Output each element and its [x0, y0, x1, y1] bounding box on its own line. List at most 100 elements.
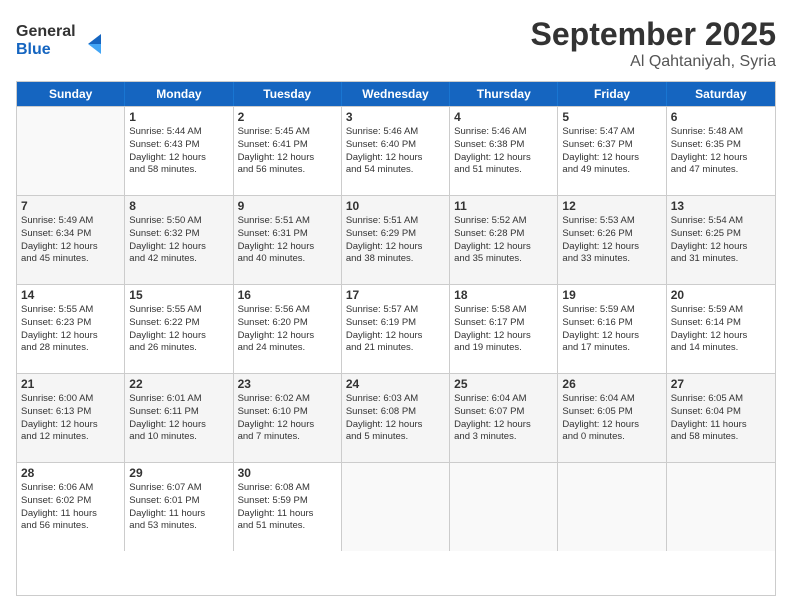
day-number: 25 — [454, 377, 553, 391]
calendar: Sunday Monday Tuesday Wednesday Thursday… — [16, 81, 776, 596]
day-number: 13 — [671, 199, 771, 213]
day-info: Sunrise: 6:01 AM Sunset: 6:11 PM Dayligh… — [129, 393, 228, 444]
day-number: 27 — [671, 377, 771, 391]
svg-text:Blue: Blue — [16, 41, 51, 58]
calendar-cell: 30 Sunrise: 6:08 AM Sunset: 5:59 PM Dayli… — [234, 463, 342, 551]
calendar-week-2: 7 Sunrise: 5:49 AM Sunset: 6:34 PM Daylig… — [17, 195, 775, 284]
calendar-cell — [17, 107, 125, 195]
title-block: September 2025 Al Qahtaniyah, Syria — [531, 16, 776, 71]
dow-monday: Monday — [125, 82, 233, 106]
day-number: 28 — [21, 466, 120, 480]
svg-text:General: General — [16, 23, 76, 40]
calendar-cell: 21Sunrise: 6:00 AM Sunset: 6:13 PM Dayli… — [17, 374, 125, 462]
dow-wednesday: Wednesday — [342, 82, 450, 106]
dow-tuesday: Tuesday — [234, 82, 342, 106]
day-info: Sunrise: 5:45 AM Sunset: 6:41 PM Dayligh… — [238, 126, 337, 177]
calendar-cell: 13Sunrise: 5:54 AM Sunset: 6:25 PM Dayli… — [667, 196, 775, 284]
day-number: 3 — [346, 110, 445, 124]
day-info: Sunrise: 6:02 AM Sunset: 6:10 PM Dayligh… — [238, 393, 337, 444]
day-info: Sunrise: 6:00 AM Sunset: 6:13 PM Dayligh… — [21, 393, 120, 444]
logo-text: General Blue — [16, 16, 116, 66]
day-number: 9 — [238, 199, 337, 213]
day-info: Sunrise: 5:55 AM Sunset: 6:23 PM Dayligh… — [21, 304, 120, 355]
day-number: 20 — [671, 288, 771, 302]
day-number: 17 — [346, 288, 445, 302]
day-info: Sunrise: 5:47 AM Sunset: 6:37 PM Dayligh… — [562, 126, 661, 177]
calendar-cell — [342, 463, 450, 551]
day-number: 30 — [238, 466, 337, 480]
calendar-cell: 4 Sunrise: 5:46 AM Sunset: 6:38 PM Daylig… — [450, 107, 558, 195]
calendar-cell — [558, 463, 666, 551]
day-number: 18 — [454, 288, 553, 302]
calendar-week-5: 28 Sunrise: 6:06 AM Sunset: 6:02 PM Dayli… — [17, 462, 775, 551]
dow-sunday: Sunday — [17, 82, 125, 106]
day-info: Sunrise: 5:57 AM Sunset: 6:19 PM Dayligh… — [346, 304, 445, 355]
calendar-cell: 12 Sunrise: 5:53 AM Sunset: 6:26 PM Dayli… — [558, 196, 666, 284]
calendar-cell: 16 Sunrise: 5:56 AM Sunset: 6:20 PM Dayli… — [234, 285, 342, 373]
day-info: Sunrise: 5:46 AM Sunset: 6:40 PM Dayligh… — [346, 126, 445, 177]
calendar-subtitle: Al Qahtaniyah, Syria — [531, 53, 776, 71]
day-number: 16 — [238, 288, 337, 302]
calendar-cell: 2 Sunrise: 5:45 AM Sunset: 6:41 PM Daylig… — [234, 107, 342, 195]
calendar-cell: 29Sunrise: 6:07 AM Sunset: 6:01 PM Dayli… — [125, 463, 233, 551]
calendar-week-3: 14 Sunrise: 5:55 AM Sunset: 6:23 PM Dayli… — [17, 284, 775, 373]
day-number: 19 — [562, 288, 661, 302]
logo: General Blue — [16, 16, 116, 66]
calendar-cell: 9 Sunrise: 5:51 AM Sunset: 6:31 PM Daylig… — [234, 196, 342, 284]
calendar-cell: 15 Sunrise: 5:55 AM Sunset: 6:22 PM Dayli… — [125, 285, 233, 373]
day-info: Sunrise: 5:50 AM Sunset: 6:32 PM Dayligh… — [129, 215, 228, 266]
calendar-cell: 17 Sunrise: 5:57 AM Sunset: 6:19 PM Dayli… — [342, 285, 450, 373]
day-number: 15 — [129, 288, 228, 302]
day-number: 4 — [454, 110, 553, 124]
header: General Blue September 2025 Al Qahtaniya… — [16, 16, 776, 71]
day-number: 5 — [562, 110, 661, 124]
calendar-cell — [667, 463, 775, 551]
calendar-cell: 19 Sunrise: 5:59 AM Sunset: 6:16 PM Dayli… — [558, 285, 666, 373]
day-info: Sunrise: 6:04 AM Sunset: 6:05 PM Dayligh… — [562, 393, 661, 444]
calendar-cell: 27 Sunrise: 6:05 AM Sunset: 6:04 PM Dayli… — [667, 374, 775, 462]
calendar-cell: 7 Sunrise: 5:49 AM Sunset: 6:34 PM Daylig… — [17, 196, 125, 284]
day-info: Sunrise: 5:46 AM Sunset: 6:38 PM Dayligh… — [454, 126, 553, 177]
day-info: Sunrise: 5:51 AM Sunset: 6:29 PM Dayligh… — [346, 215, 445, 266]
calendar-cell: 8 Sunrise: 5:50 AM Sunset: 6:32 PM Daylig… — [125, 196, 233, 284]
day-info: Sunrise: 5:49 AM Sunset: 6:34 PM Dayligh… — [21, 215, 120, 266]
day-number: 24 — [346, 377, 445, 391]
day-info: Sunrise: 5:55 AM Sunset: 6:22 PM Dayligh… — [129, 304, 228, 355]
calendar-cell — [450, 463, 558, 551]
calendar-cell: 1 Sunrise: 5:44 AM Sunset: 6:43 PM Daylig… — [125, 107, 233, 195]
day-number: 12 — [562, 199, 661, 213]
dow-thursday: Thursday — [450, 82, 558, 106]
day-number: 2 — [238, 110, 337, 124]
calendar-header: Sunday Monday Tuesday Wednesday Thursday… — [17, 82, 775, 106]
day-number: 8 — [129, 199, 228, 213]
calendar-body: 1 Sunrise: 5:44 AM Sunset: 6:43 PM Daylig… — [17, 106, 775, 551]
day-info: Sunrise: 5:59 AM Sunset: 6:16 PM Dayligh… — [562, 304, 661, 355]
calendar-week-1: 1 Sunrise: 5:44 AM Sunset: 6:43 PM Daylig… — [17, 106, 775, 195]
day-info: Sunrise: 6:03 AM Sunset: 6:08 PM Dayligh… — [346, 393, 445, 444]
calendar-cell: 22Sunrise: 6:01 AM Sunset: 6:11 PM Dayli… — [125, 374, 233, 462]
day-number: 10 — [346, 199, 445, 213]
day-info: Sunrise: 5:58 AM Sunset: 6:17 PM Dayligh… — [454, 304, 553, 355]
day-info: Sunrise: 5:48 AM Sunset: 6:35 PM Dayligh… — [671, 126, 771, 177]
day-info: Sunrise: 5:52 AM Sunset: 6:28 PM Dayligh… — [454, 215, 553, 266]
day-info: Sunrise: 5:53 AM Sunset: 6:26 PM Dayligh… — [562, 215, 661, 266]
day-info: Sunrise: 6:08 AM Sunset: 5:59 PM Dayligh… — [238, 482, 337, 533]
day-number: 7 — [21, 199, 120, 213]
day-number: 1 — [129, 110, 228, 124]
calendar-cell: 11Sunrise: 5:52 AM Sunset: 6:28 PM Dayli… — [450, 196, 558, 284]
day-number: 29 — [129, 466, 228, 480]
day-info: Sunrise: 5:44 AM Sunset: 6:43 PM Dayligh… — [129, 126, 228, 177]
calendar-cell: 5 Sunrise: 5:47 AM Sunset: 6:37 PM Daylig… — [558, 107, 666, 195]
day-info: Sunrise: 5:51 AM Sunset: 6:31 PM Dayligh… — [238, 215, 337, 266]
day-info: Sunrise: 6:05 AM Sunset: 6:04 PM Dayligh… — [671, 393, 771, 444]
calendar-cell: 6Sunrise: 5:48 AM Sunset: 6:35 PM Daylig… — [667, 107, 775, 195]
day-info: Sunrise: 5:56 AM Sunset: 6:20 PM Dayligh… — [238, 304, 337, 355]
day-number: 14 — [21, 288, 120, 302]
day-number: 26 — [562, 377, 661, 391]
calendar-cell: 14 Sunrise: 5:55 AM Sunset: 6:23 PM Dayli… — [17, 285, 125, 373]
day-info: Sunrise: 6:04 AM Sunset: 6:07 PM Dayligh… — [454, 393, 553, 444]
calendar-week-4: 21Sunrise: 6:00 AM Sunset: 6:13 PM Dayli… — [17, 373, 775, 462]
day-info: Sunrise: 6:06 AM Sunset: 6:02 PM Dayligh… — [21, 482, 120, 533]
calendar-cell: 18 Sunrise: 5:58 AM Sunset: 6:17 PM Dayli… — [450, 285, 558, 373]
dow-friday: Friday — [558, 82, 666, 106]
